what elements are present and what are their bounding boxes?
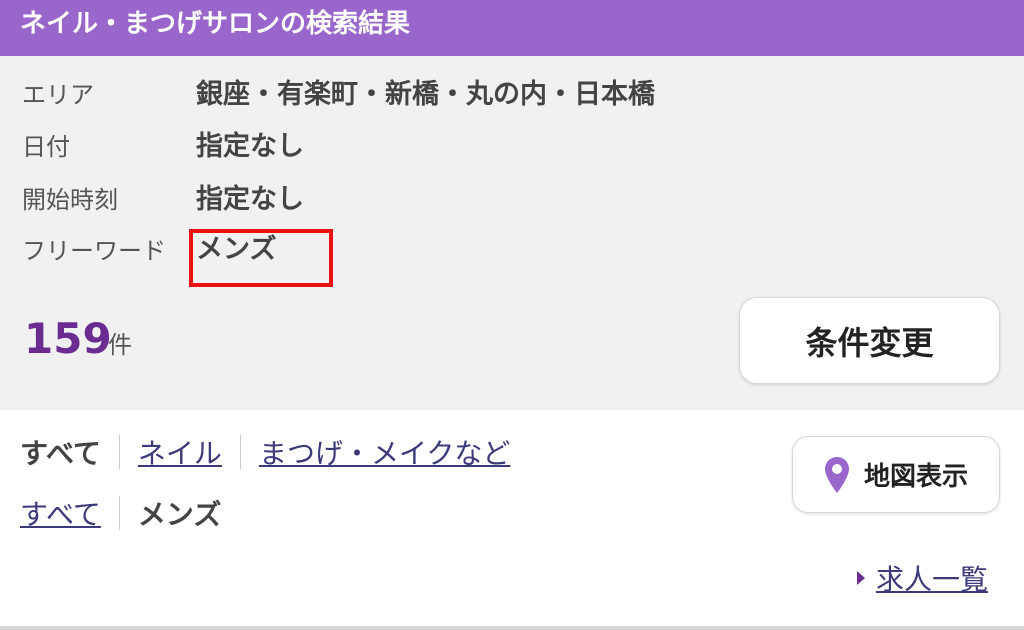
change-conditions-button[interactable]: 条件変更	[739, 297, 1000, 384]
map-pin-icon	[824, 456, 849, 493]
area-label: エリア	[22, 81, 94, 109]
divider	[118, 496, 120, 530]
start-time-label: 開始時刻	[22, 186, 118, 214]
category-filter: すべて ネイル まつげ・メイクなど	[20, 432, 510, 472]
map-view-label: 地図表示	[863, 462, 968, 492]
date-value: 指定なし	[196, 131, 304, 162]
date-label: 日付	[22, 133, 70, 161]
free-word-label: フリーワード	[22, 237, 166, 265]
subcategory-all-link[interactable]: すべて	[20, 493, 101, 533]
job-list-label: 求人一覧	[876, 563, 989, 596]
caret-right-icon	[857, 571, 865, 585]
divider	[239, 435, 241, 469]
page-title: ネイル・まつげサロンの検索結果	[20, 9, 411, 39]
change-conditions-label: 条件変更	[805, 323, 934, 362]
area-value: 銀座・有楽町・新橋・丸の内・日本橋	[196, 79, 655, 110]
subcategory-filter: すべて メンズ	[20, 493, 221, 533]
category-eyelash-makeup-link[interactable]: まつげ・メイクなど	[259, 432, 510, 472]
result-count-unit: 件	[108, 331, 132, 359]
job-list-link[interactable]: 求人一覧	[856, 558, 988, 598]
map-view-button[interactable]: 地図表示	[792, 436, 1000, 513]
subcategory-mens-current: メンズ	[137, 498, 222, 531]
divider	[0, 626, 1024, 630]
result-count: 159	[24, 314, 112, 363]
highlight-box	[189, 229, 333, 287]
start-time-value: 指定なし	[196, 184, 304, 215]
page-header: ネイル・まつげサロンの検索結果	[0, 0, 1024, 56]
category-all-current: すべて	[20, 437, 101, 470]
divider	[118, 435, 120, 469]
category-nail-link[interactable]: ネイル	[138, 432, 222, 472]
